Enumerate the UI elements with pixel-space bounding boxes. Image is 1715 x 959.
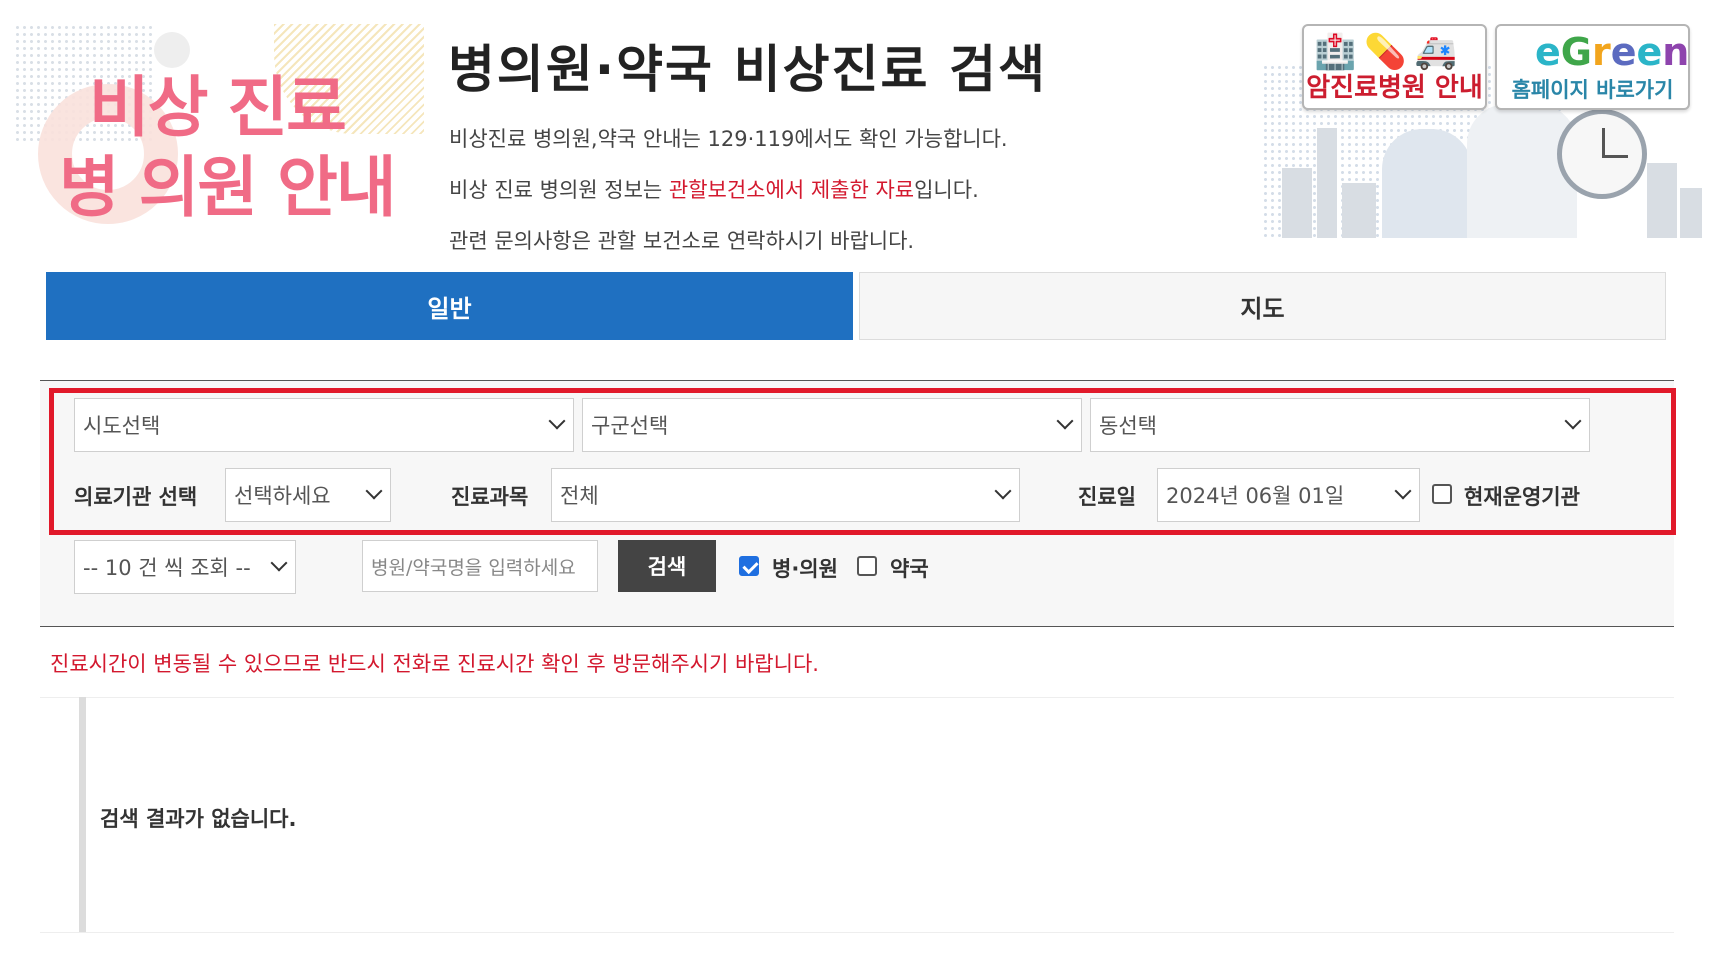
intro-line-2-start: 비상 진료 병의원 정보는 [449, 178, 669, 202]
intro-line-3: 관련 문의사항은 관할 보건소로 연락하시기 바랍니다. [449, 229, 915, 253]
tab-general[interactable]: 일반 [46, 272, 853, 340]
pharmacy-checkbox[interactable] [857, 556, 877, 576]
doctor-illustration [1382, 129, 1472, 238]
city-building [1680, 188, 1702, 238]
clock-icon [1557, 109, 1647, 199]
promo-banner: 🏥💊🚑 암진료병원 안내 eGreen 홈페이지 바로가기 [1262, 24, 1702, 238]
hospital-checkbox-label: 병·의원 [772, 557, 838, 581]
logo-grey-dot [154, 32, 190, 68]
city-building [1317, 128, 1337, 238]
notice-divider [40, 697, 1674, 698]
intro-line-2: 비상 진료 병의원 정보는 관할보건소에서 제출한 자료입니다. [449, 165, 1008, 216]
results-bottom-divider [40, 932, 1674, 933]
intro-line-2-highlight: 관할보건소에서 제출한 자료 [668, 178, 915, 202]
hospital-pharmacy-ambulance-icon: 🏥💊🚑 [1314, 32, 1466, 72]
egreen-logo-icon: eGreen [1535, 30, 1690, 74]
page-header: 비상 진료 병 의원 안내 병의원·약국 비상진료 검색 비상진료 병의원,약국… [0, 0, 1715, 253]
panel-bottom-border [40, 626, 1674, 627]
hospital-checkbox[interactable] [739, 556, 759, 576]
homepage-link-label: 홈페이지 바로가기 [1511, 78, 1674, 102]
logo-text: 비상 진료 병 의원 안내 [59, 68, 397, 224]
emergency-care-logo: 비상 진료 병 의원 안내 [14, 24, 424, 224]
search-button[interactable]: 검색 [618, 540, 716, 592]
pharmacy-checkbox-label: 약국 [890, 557, 929, 581]
logo-line-1: 비상 진료 [89, 69, 347, 146]
logo-line-2: 병 의원 안내 [59, 149, 397, 224]
chevron-down-icon [270, 554, 288, 572]
intro-text: 비상진료 병의원,약국 안내는 129·119에서도 확인 가능합니다. 비상 … [449, 114, 1008, 267]
intro-line-1: 비상진료 병의원,약국 안내는 129·119에서도 확인 가능합니다. [449, 127, 1008, 151]
cancer-hospital-button[interactable]: 🏥💊🚑 암진료병원 안내 [1302, 24, 1487, 110]
cancer-hospital-label: 암진료병원 안내 [1306, 73, 1483, 103]
visit-time-notice: 진료시간이 변동될 수 있으므로 반드시 전화로 진료시간 확인 후 방문해주시… [50, 652, 819, 676]
page-size-select-value: -- 10 건 씩 조회 -- [83, 556, 251, 580]
name-search-input[interactable]: 병원/약국명을 입력하세요 [362, 540, 598, 592]
city-building [1342, 183, 1376, 238]
city-building [1647, 163, 1677, 238]
page-size-select[interactable]: -- 10 건 씩 조회 -- [74, 540, 296, 594]
intro-line-2-end: 입니다. [914, 178, 979, 202]
view-tabs: 일반 지도 [46, 272, 1666, 340]
city-building [1282, 168, 1312, 238]
results-left-bar [79, 697, 86, 932]
homepage-link-button[interactable]: eGreen 홈페이지 바로가기 [1495, 24, 1690, 110]
highlight-frame [49, 388, 1676, 535]
tab-map[interactable]: 지도 [859, 272, 1666, 340]
name-search-placeholder: 병원/약국명을 입력하세요 [371, 556, 576, 579]
page-title: 병의원·약국 비상진료 검색 [448, 41, 1048, 100]
empty-results-message: 검색 결과가 없습니다. [100, 807, 297, 831]
